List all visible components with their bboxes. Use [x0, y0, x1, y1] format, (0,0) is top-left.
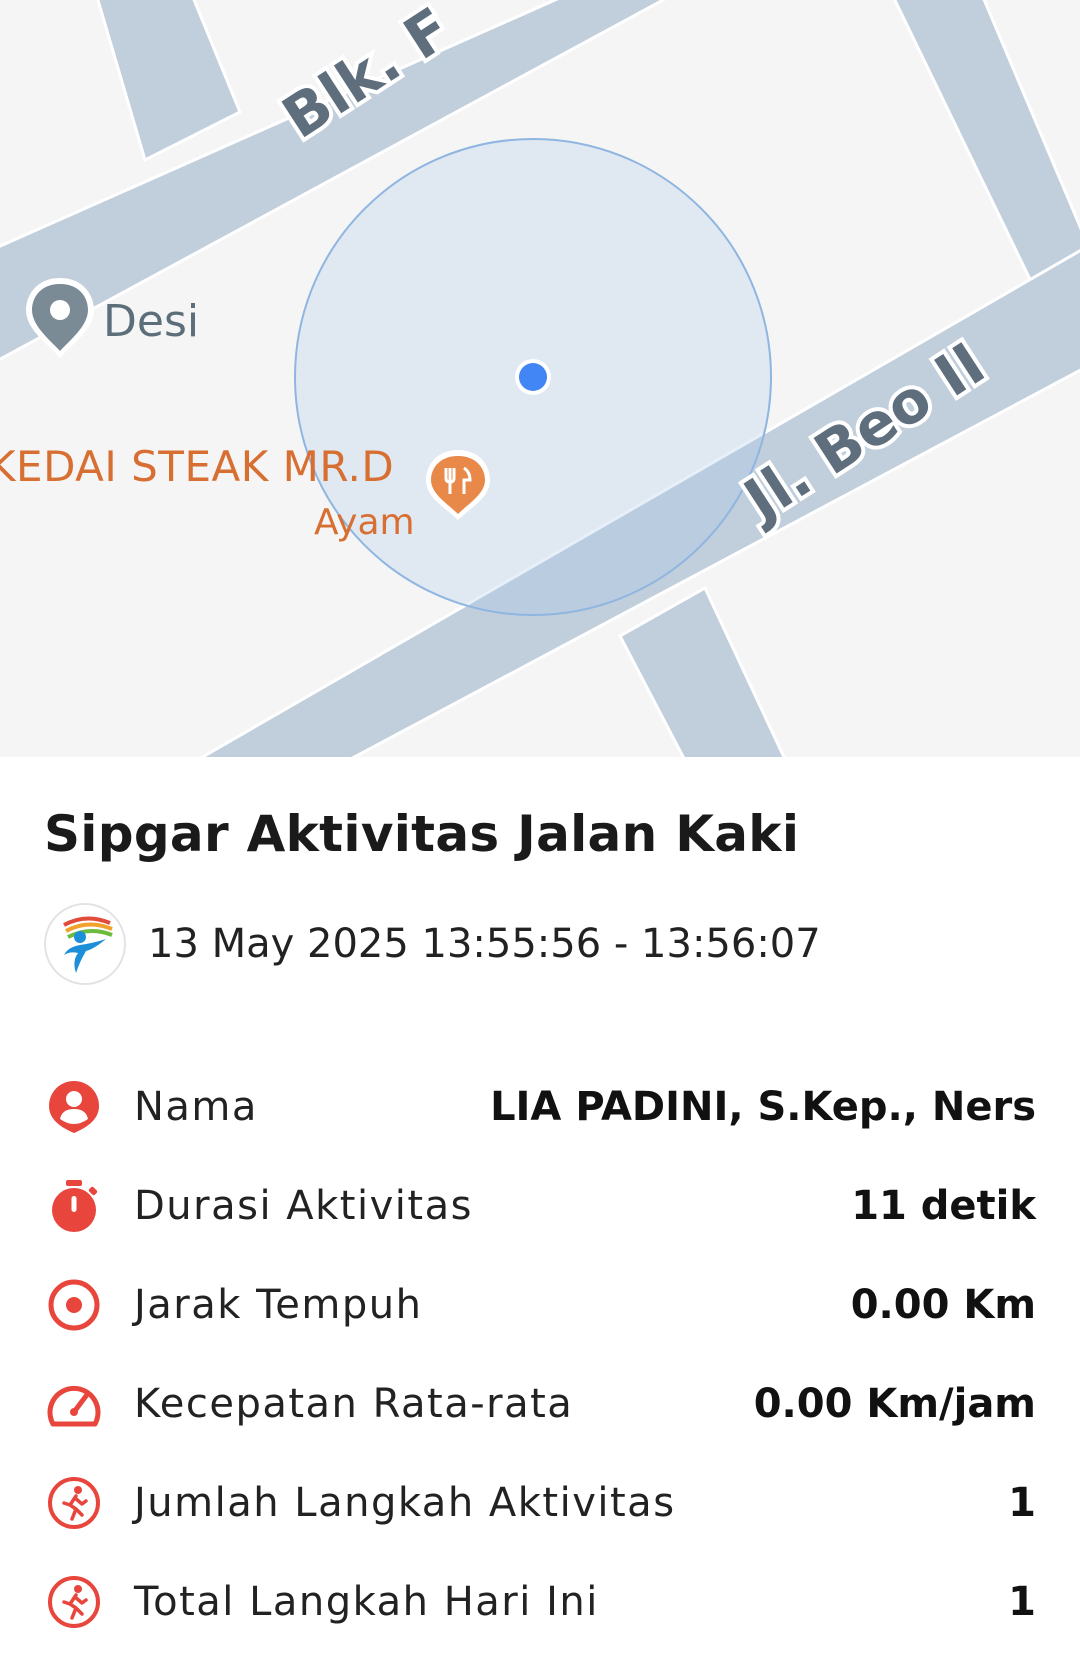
- stat-value: 0.00 Km: [850, 1281, 1036, 1328]
- stat-label: Nama: [134, 1083, 258, 1130]
- stat-value: 1: [1008, 1479, 1036, 1526]
- poi-subtitle-ayam: Ayam: [314, 502, 415, 543]
- road-segment: [96, 0, 242, 163]
- stat-row-kecepatan: Kecepatan Rata-rata 0.00 Km/jam: [44, 1354, 1036, 1453]
- map-canvas: Blk. F Jl. Beo II: [0, 0, 1080, 757]
- activity-datetime: 13 May 2025 13:55:56 - 13:56:07: [148, 921, 821, 967]
- walking-icon: [44, 1572, 104, 1632]
- stat-label: Jumlah Langkah Aktivitas: [134, 1479, 676, 1526]
- road-segment: [617, 585, 786, 757]
- stat-value: 1: [1008, 1578, 1036, 1625]
- stat-label: Jarak Tempuh: [134, 1281, 423, 1328]
- runner-logo-icon: [63, 916, 113, 973]
- user-pin-icon: [44, 1077, 104, 1137]
- poi-label-kedai-steak[interactable]: KEDAI STEAK MR.D: [0, 442, 394, 491]
- app-logo: [44, 903, 126, 985]
- stat-row-durasi: Durasi Aktivitas 11 detik: [44, 1156, 1036, 1255]
- activity-meta: 13 May 2025 13:55:56 - 13:56:07: [44, 903, 821, 985]
- stat-row-jarak: Jarak Tempuh 0.00 Km: [44, 1255, 1036, 1354]
- stat-row-total-langkah: Total Langkah Hari Ini 1: [44, 1552, 1036, 1651]
- map-pin-icon: [26, 278, 94, 358]
- stat-value: 11 detik: [851, 1182, 1036, 1229]
- stat-row-jumlah-langkah: Jumlah Langkah Aktivitas 1: [44, 1453, 1036, 1552]
- activity-title: Sipgar Aktivitas Jalan Kaki: [44, 805, 800, 863]
- stat-row-nama: Nama LIA PADINI, S.Kep., Ners: [44, 1057, 1036, 1156]
- stat-label: Durasi Aktivitas: [134, 1182, 473, 1229]
- poi-label-desi[interactable]: Desi: [103, 296, 199, 347]
- location-dot: [519, 363, 547, 391]
- stat-value: LIA PADINI, S.Kep., Ners: [490, 1083, 1036, 1130]
- stats-list: Nama LIA PADINI, S.Kep., Ners Durasi Akt…: [44, 1057, 1036, 1651]
- stat-value: 0.00 Km/jam: [753, 1380, 1036, 1427]
- map-view[interactable]: Blk. F Jl. Beo II Desi KEDAI STEAK MR.D …: [0, 0, 1080, 757]
- stat-label: Total Langkah Hari Ini: [134, 1578, 599, 1625]
- road-segment: [893, 0, 1080, 303]
- stat-label: Kecepatan Rata-rata: [134, 1380, 574, 1427]
- activity-sheet: Sipgar Aktivitas Jalan Kaki 13 May 2025 …: [0, 757, 1080, 1672]
- walking-icon: [44, 1473, 104, 1533]
- stopwatch-icon: [44, 1176, 104, 1236]
- target-icon: [44, 1275, 104, 1335]
- speedometer-icon: [44, 1374, 104, 1434]
